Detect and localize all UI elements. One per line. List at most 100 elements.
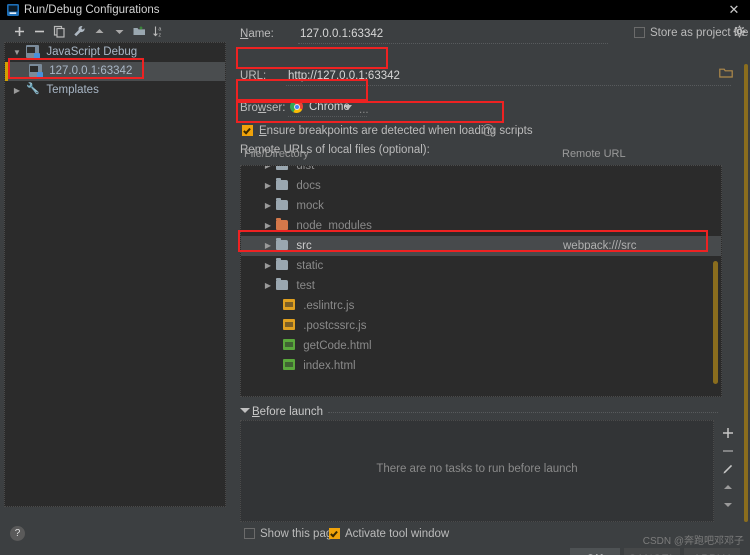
name-field-underline	[298, 42, 608, 44]
copy-configuration-button[interactable]	[52, 24, 67, 39]
tree-item-javascript-debug[interactable]: ▼ JavaScript Debug	[5, 43, 225, 62]
js-file-icon	[283, 319, 295, 331]
chevron-right-icon[interactable]: ▶	[263, 196, 273, 216]
watermark-text: CSDN @奔跑吧邓邓子	[642, 536, 744, 547]
name-label: Name:	[240, 28, 274, 40]
configurations-toolbar: a z	[0, 20, 232, 42]
chevron-down-icon[interactable]	[344, 105, 352, 110]
folder-browse-icon[interactable]	[719, 67, 733, 79]
table-row[interactable]: .eslintrc.js	[241, 296, 721, 316]
activate-tool-window-label: Activate tool window	[345, 528, 450, 540]
file-name: docs	[296, 180, 321, 193]
table-row[interactable]: ▶ docs	[241, 176, 721, 196]
configurations-panel: a z ▼ JavaScript Debug 127.0.0.1:63342 ▶…	[0, 20, 232, 555]
add-configuration-button[interactable]	[12, 24, 27, 39]
column-header-remote-url: Remote URL	[562, 148, 626, 160]
js-debug-icon	[29, 64, 43, 78]
chrome-icon	[290, 100, 303, 113]
url-label: URL:	[240, 70, 267, 82]
table-row[interactable]: ▶ test	[241, 276, 721, 296]
table-row[interactable]: index.html	[241, 356, 721, 376]
chevron-right-icon[interactable]: ▶	[263, 216, 273, 236]
before-launch-title: Before launch	[252, 406, 323, 418]
selection-marker	[5, 62, 8, 81]
file-name: dist	[296, 165, 315, 173]
table-row[interactable]: ▶ node_modules	[241, 216, 721, 236]
file-name: index.html	[303, 360, 356, 372]
tree-item-templates[interactable]: ▶ 🔧 Templates	[5, 81, 225, 100]
url-value[interactable]: http://127.0.0.1:63342	[288, 70, 400, 82]
table-row[interactable]: .postcssrc.js	[241, 316, 721, 336]
apply-button[interactable]: APPLY	[684, 548, 740, 555]
chevron-down-icon[interactable]: ▼	[11, 43, 23, 62]
file-table-scrollbar[interactable]	[713, 261, 718, 384]
move-task-up-button[interactable]	[721, 480, 735, 494]
chevron-right-icon[interactable]: ▶	[263, 256, 273, 276]
edit-templates-button[interactable]	[72, 24, 87, 39]
chevron-right-icon[interactable]: ▶	[263, 176, 273, 196]
ok-button[interactable]: OK	[570, 548, 620, 555]
before-launch-divider	[328, 412, 718, 413]
file-name: .eslintrc.js	[303, 300, 355, 312]
table-row[interactable]: ▶ dist	[241, 165, 721, 176]
run-debug-configurations-dialog: Run/Debug Configurations ✕ a z ▼ JavaScr…	[0, 0, 750, 555]
configurations-tree[interactable]: ▼ JavaScript Debug 127.0.0.1:63342 ▶ 🔧 T…	[4, 42, 226, 507]
column-header-file-directory: File/Directory	[244, 148, 309, 160]
file-name: .postcssrc.js	[303, 320, 367, 332]
store-as-project-file-checkbox[interactable]	[634, 27, 645, 38]
move-task-down-button[interactable]	[721, 498, 735, 512]
name-value[interactable]: 127.0.0.1:63342	[300, 28, 383, 40]
before-launch-task-list[interactable]: There are no tasks to run before launch	[240, 420, 714, 522]
table-row[interactable]: ▶ mock	[241, 196, 721, 216]
html-file-icon	[283, 339, 295, 351]
add-task-button[interactable]	[721, 426, 735, 440]
browser-more-button[interactable]: ...	[359, 104, 369, 116]
chevron-right-icon[interactable]: ▶	[11, 81, 23, 100]
file-name: mock	[296, 200, 324, 213]
file-name: test	[296, 280, 315, 293]
table-row[interactable]: getCode.html	[241, 336, 721, 356]
js-file-icon	[283, 299, 295, 311]
browser-label: Browser:	[240, 102, 286, 114]
edit-task-button[interactable]	[721, 462, 735, 476]
chevron-right-icon[interactable]: ▶	[263, 166, 273, 176]
before-launch-toolbar	[716, 420, 740, 522]
ensure-breakpoints-help-icon[interactable]: ?	[482, 124, 494, 136]
close-icon[interactable]: ✕	[726, 2, 742, 18]
file-name: src	[296, 240, 312, 253]
move-down-button[interactable]	[112, 24, 127, 39]
cancel-button[interactable]: CANCEL	[624, 548, 680, 555]
show-this-page-checkbox[interactable]	[244, 528, 255, 539]
file-table-header: File/Directory Remote URL	[240, 148, 722, 164]
table-row[interactable]: ▶ static	[241, 256, 721, 276]
file-name: getCode.html	[303, 340, 372, 352]
tree-item-127-0-0-1-63342[interactable]: 127.0.0.1:63342	[5, 62, 225, 81]
move-into-folder-button[interactable]	[132, 24, 147, 39]
remote-url-value[interactable]: webpack:///src	[563, 236, 637, 256]
before-launch-collapse-icon[interactable]	[240, 408, 250, 413]
idea-app-icon	[7, 4, 19, 16]
show-this-page-label: Show this page	[260, 528, 339, 540]
gear-icon[interactable]	[733, 25, 746, 38]
folder-icon	[276, 218, 289, 230]
sort-configurations-button[interactable]: a z	[152, 24, 167, 39]
file-name: node_modules	[296, 220, 372, 233]
svg-text:z: z	[158, 32, 161, 38]
help-icon[interactable]: ?	[10, 526, 25, 541]
tree-item-label: JavaScript Debug	[46, 46, 138, 58]
ensure-breakpoints-checkbox[interactable]	[242, 125, 253, 136]
table-row[interactable]: ▶ src webpack:///src	[241, 236, 721, 256]
tree-item-label: Templates	[46, 84, 99, 96]
wrench-icon: 🔧	[26, 83, 40, 95]
chevron-right-icon[interactable]: ▶	[263, 236, 273, 256]
move-up-button[interactable]	[92, 24, 107, 39]
chevron-right-icon[interactable]: ▶	[263, 276, 273, 296]
remote-urls-table[interactable]: ▶ dist ▶ docs ▶ mock ▶ node_modules ▶ sr…	[240, 165, 722, 397]
dialog-scrollbar[interactable]	[744, 64, 748, 522]
remove-task-button[interactable]	[721, 444, 735, 458]
remove-configuration-button[interactable]	[32, 24, 47, 39]
folder-icon	[276, 258, 289, 270]
url-field-underline	[286, 84, 731, 86]
activate-tool-window-checkbox[interactable]	[329, 528, 340, 539]
window-title: Run/Debug Configurations	[24, 4, 160, 16]
